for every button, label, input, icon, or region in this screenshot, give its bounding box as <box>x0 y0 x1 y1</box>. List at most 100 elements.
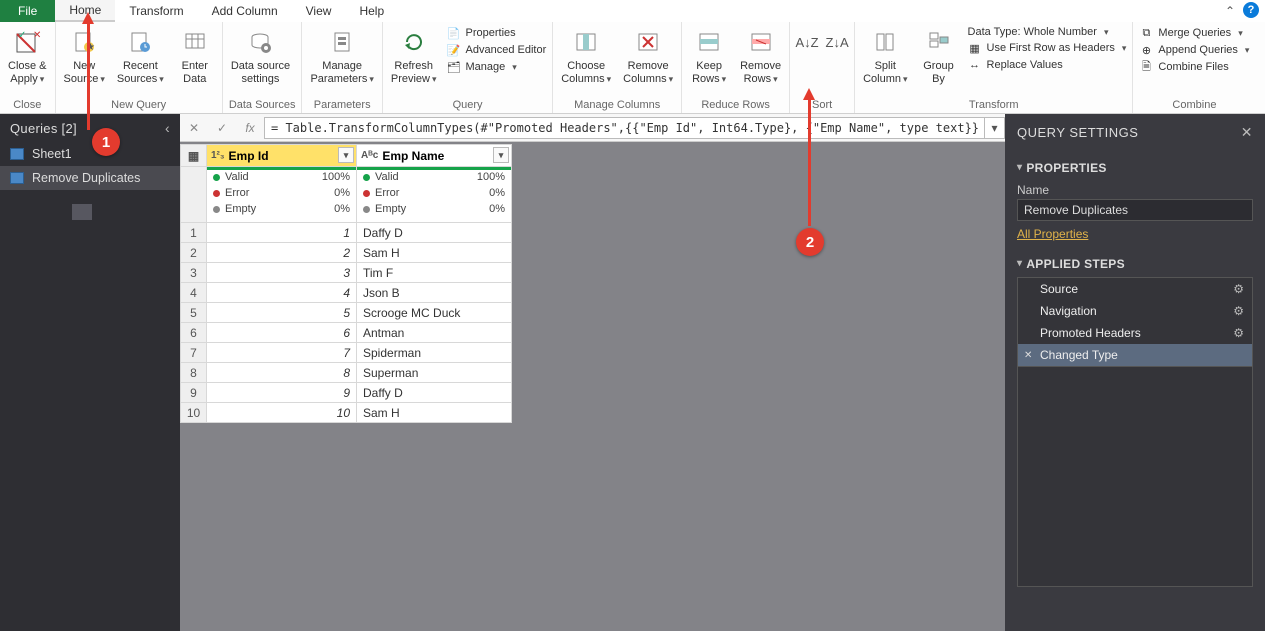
menu-add-column[interactable]: Add Column <box>198 0 292 22</box>
steps-empty-area <box>1017 367 1253 587</box>
new-source-button[interactable]: ★ New Source <box>62 24 107 88</box>
remove-rows-button[interactable]: Remove Rows <box>738 24 783 88</box>
data-type-button[interactable]: Data Type: Whole Number <box>968 26 1127 38</box>
append-queries-button[interactable]: ⊕Append Queries <box>1139 43 1249 57</box>
cell-emp-name[interactable]: Daffy D <box>357 383 512 403</box>
table-row[interactable]: 2 2 Sam H <box>181 243 512 263</box>
collapse-queries-icon[interactable]: ‹ <box>165 120 170 136</box>
cell-emp-id[interactable]: 9 <box>207 383 357 403</box>
manage-query-button[interactable]: 🗂Manage <box>447 60 547 74</box>
table-row[interactable]: 4 4 Json B <box>181 283 512 303</box>
row-header[interactable]: 1 <box>181 223 207 243</box>
collapse-ribbon-icon[interactable]: ⌃ <box>1225 4 1237 16</box>
cell-emp-name[interactable]: Json B <box>357 283 512 303</box>
row-header[interactable]: 8 <box>181 363 207 383</box>
cell-emp-name[interactable]: Superman <box>357 363 512 383</box>
all-properties-link[interactable]: All Properties <box>1017 227 1088 241</box>
enter-data-button[interactable]: Enter Data <box>174 24 216 88</box>
close-apply-button[interactable]: ✕✓ Close & Apply <box>6 24 49 88</box>
combine-files-button[interactable]: 🗎Combine Files <box>1139 60 1249 74</box>
column-quality: Valid100% Error0% Empty0% <box>357 167 512 223</box>
cell-emp-name[interactable]: Antman <box>357 323 512 343</box>
row-header[interactable]: 7 <box>181 343 207 363</box>
column-header-emp-id[interactable]: 1²₃Emp Id ▾ <box>207 145 357 167</box>
row-header[interactable]: 2 <box>181 243 207 263</box>
cell-emp-id[interactable]: 4 <box>207 283 357 303</box>
row-header[interactable]: 9 <box>181 383 207 403</box>
gear-icon[interactable]: ⚙ <box>1233 304 1244 318</box>
applied-step[interactable]: Promoted Headers⚙ <box>1018 322 1252 344</box>
merge-queries-button[interactable]: ⧉Merge Queries <box>1139 26 1249 40</box>
cell-emp-name[interactable]: Daffy D <box>357 223 512 243</box>
row-header[interactable]: 4 <box>181 283 207 303</box>
cell-emp-name[interactable]: Sam H <box>357 243 512 263</box>
cell-emp-id[interactable]: 6 <box>207 323 357 343</box>
cell-emp-name[interactable]: Sam H <box>357 403 512 423</box>
replace-values-button[interactable]: ↔Replace Values <box>968 58 1127 72</box>
cell-emp-id[interactable]: 1 <box>207 223 357 243</box>
cell-emp-id[interactable]: 7 <box>207 343 357 363</box>
query-item-remove-duplicates[interactable]: Remove Duplicates <box>0 166 180 190</box>
gear-icon[interactable]: ⚙ <box>1233 326 1244 340</box>
advanced-editor-button[interactable]: 📝Advanced Editor <box>447 43 547 57</box>
table-row[interactable]: 10 10 Sam H <box>181 403 512 423</box>
formula-input[interactable] <box>264 117 985 139</box>
group-by-button[interactable]: Group By <box>918 24 960 88</box>
cell-emp-id[interactable]: 8 <box>207 363 357 383</box>
sort-desc-button[interactable]: Z↓A <box>826 24 848 62</box>
query-item-sheet1[interactable]: Sheet1 <box>0 142 180 166</box>
menu-help[interactable]: Help <box>345 0 398 22</box>
table-row[interactable]: 8 8 Superman <box>181 363 512 383</box>
refresh-preview-button[interactable]: Refresh Preview <box>389 24 439 88</box>
column-header-emp-name[interactable]: AᴮcEmp Name ▾ <box>357 145 512 167</box>
sort-asc-button[interactable]: A↓Z <box>796 24 818 62</box>
data-source-settings-button[interactable]: Data source settings <box>229 24 292 88</box>
recent-sources-button[interactable]: Recent Sources <box>115 24 166 88</box>
fx-icon[interactable]: fx <box>236 116 264 140</box>
commit-formula-icon[interactable]: ✓ <box>208 116 236 140</box>
applied-step[interactable]: Changed Type <box>1018 344 1252 366</box>
manage-parameters-button[interactable]: Manage Parameters <box>308 24 375 88</box>
cell-emp-id[interactable]: 2 <box>207 243 357 263</box>
cell-emp-name[interactable]: Scrooge MC Duck <box>357 303 512 323</box>
first-row-label: Use First Row as Headers <box>987 42 1115 54</box>
keep-rows-button[interactable]: Keep Rows <box>688 24 730 88</box>
close-settings-icon[interactable]: ✕ <box>1241 124 1253 141</box>
cell-emp-name[interactable]: Spiderman <box>357 343 512 363</box>
applied-step[interactable]: Source⚙ <box>1018 278 1252 300</box>
annotation-arrowhead <box>82 12 94 24</box>
remove-columns-button[interactable]: Remove Columns <box>621 24 675 88</box>
help-icon[interactable]: ? <box>1243 2 1259 18</box>
formula-expand-icon[interactable]: ▾ <box>985 117 1005 139</box>
cell-emp-id[interactable]: 5 <box>207 303 357 323</box>
choose-columns-button[interactable]: Choose Columns <box>559 24 613 88</box>
menu-file[interactable]: File <box>0 0 55 22</box>
split-column-button[interactable]: Split Column <box>861 24 909 88</box>
table-row[interactable]: 7 7 Spiderman <box>181 343 512 363</box>
cancel-formula-icon[interactable]: ✕ <box>180 116 208 140</box>
menu-transform[interactable]: Transform <box>115 0 197 22</box>
menu-view[interactable]: View <box>292 0 346 22</box>
column-filter-icon[interactable]: ▾ <box>338 147 354 163</box>
cell-emp-id[interactable]: 3 <box>207 263 357 283</box>
first-row-headers-button[interactable]: ▦Use First Row as Headers <box>968 41 1127 55</box>
properties-header[interactable]: PROPERTIES <box>1017 157 1253 179</box>
gear-icon[interactable]: ⚙ <box>1233 282 1244 296</box>
table-row[interactable]: 1 1 Daffy D <box>181 223 512 243</box>
row-header[interactable]: 6 <box>181 323 207 343</box>
table-corner-icon[interactable]: ▦ <box>181 145 207 167</box>
table-row[interactable]: 3 3 Tim F <box>181 263 512 283</box>
properties-button[interactable]: 📄Properties <box>447 26 547 40</box>
query-name-input[interactable] <box>1017 199 1253 221</box>
table-row[interactable]: 6 6 Antman <box>181 323 512 343</box>
applied-steps-header[interactable]: APPLIED STEPS <box>1017 253 1253 275</box>
applied-step[interactable]: Navigation⚙ <box>1018 300 1252 322</box>
table-row[interactable]: 5 5 Scrooge MC Duck <box>181 303 512 323</box>
row-header[interactable]: 3 <box>181 263 207 283</box>
cell-emp-name[interactable]: Tim F <box>357 263 512 283</box>
cell-emp-id[interactable]: 10 <box>207 403 357 423</box>
column-filter-icon[interactable]: ▾ <box>493 147 509 163</box>
row-header[interactable]: 10 <box>181 403 207 423</box>
table-row[interactable]: 9 9 Daffy D <box>181 383 512 403</box>
row-header[interactable]: 5 <box>181 303 207 323</box>
